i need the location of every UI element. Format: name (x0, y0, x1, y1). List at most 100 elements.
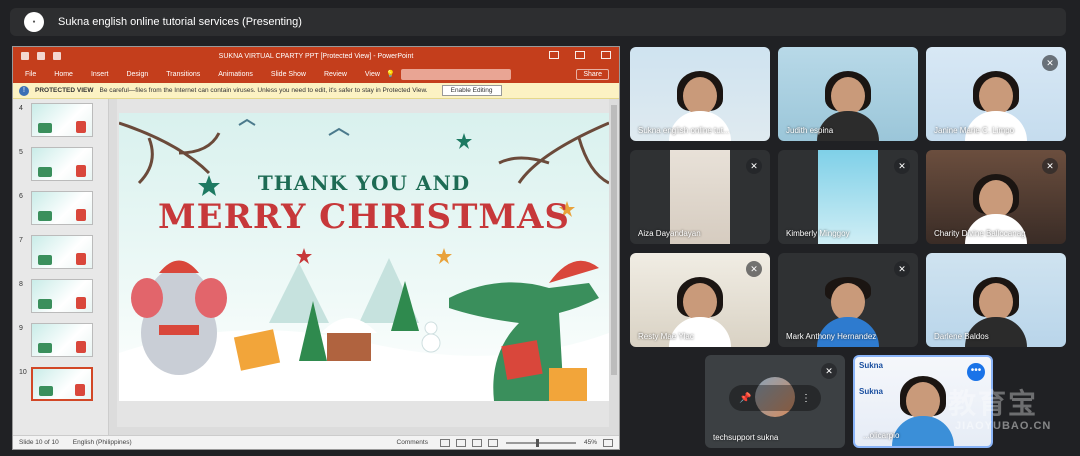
elephant-ear (195, 278, 227, 318)
thumbnail-number: 7 (19, 237, 23, 244)
participant-tile[interactable]: ✕ Charity Divine Ballocanag (926, 150, 1066, 244)
sukna-logo: ● (24, 12, 44, 32)
sukna-banner: Sukna (859, 361, 884, 370)
participant-tile[interactable]: ✕ Janine Marie C. Limpo (926, 47, 1066, 141)
participant-name: Charity Divine Ballocanag (934, 229, 1026, 238)
participant-tile[interactable]: Darlene Baldos (926, 253, 1066, 347)
share-button[interactable]: Share (576, 68, 609, 80)
thumbnail-number: 8 (19, 281, 23, 288)
participant-tile[interactable]: ✕ Resty Mae Ylac (630, 253, 770, 347)
slide-scrollbar[interactable] (609, 99, 619, 435)
slide-thumbnail[interactable]: 8 (19, 279, 103, 317)
thumbnail-image (31, 367, 93, 401)
tab-slide-show[interactable]: Slide Show (271, 71, 306, 78)
document-title: SUKNA VIRTUAL CPARTY PPT [Protected View… (218, 52, 414, 60)
pin-icon[interactable]: 📌 (739, 393, 751, 404)
participant-name: ...olicarpio (863, 431, 900, 440)
minimize-icon[interactable] (549, 51, 559, 59)
thumbnail-image (31, 279, 93, 313)
protected-view-message: Be careful—files from the Internet can c… (99, 87, 428, 94)
zoom-slider[interactable] (505, 438, 576, 447)
participant-name: Judith espina (786, 126, 834, 135)
scrollbar-thumb[interactable] (611, 105, 617, 375)
mic-muted-icon: ✕ (894, 158, 910, 174)
ppt-workspace: 4 5 6 7 8 9 10 THANK YOU AND MERRY CHRIS… (13, 99, 619, 435)
star-icon (436, 248, 452, 264)
snowman (421, 333, 441, 353)
tab-view[interactable]: View (365, 71, 380, 78)
santa-hat (159, 260, 199, 273)
tab-transitions[interactable]: Transitions (166, 71, 200, 78)
more-options-icon[interactable]: ••• (967, 363, 985, 381)
more-options-icon[interactable]: ⋮ (801, 393, 811, 404)
thumbnail-image (31, 103, 93, 137)
thumbnail-number: 5 (19, 149, 23, 156)
watermark-url: JIAOYUBAO.CN (955, 420, 1052, 432)
tab-animations[interactable]: Animations (218, 71, 253, 78)
thumbnail-image (31, 191, 93, 225)
scarf (159, 325, 199, 335)
slide-thumbnail[interactable]: 4 (19, 103, 103, 141)
enable-editing-button[interactable]: Enable Editing (441, 85, 502, 96)
meeting-header: ● Sukna english online tutorial services… (10, 8, 1066, 36)
mic-muted-icon: ✕ (746, 261, 762, 277)
tab-design[interactable]: Design (126, 71, 148, 78)
slide-title-line2: MERRY CHRISTMAS (158, 197, 570, 237)
star-icon (456, 133, 472, 149)
slide-thumbnails-pane: 4 5 6 7 8 9 10 (13, 99, 109, 435)
slide-sorter-icon[interactable] (455, 438, 466, 447)
tab-insert[interactable]: Insert (91, 71, 109, 78)
gift-box-red (501, 340, 543, 380)
bird-icon (328, 127, 350, 136)
slideshow-view-icon[interactable] (487, 438, 498, 447)
bird-icon (238, 118, 256, 126)
normal-view-icon[interactable] (439, 438, 450, 447)
shield-icon: ! (19, 85, 29, 96)
mic-muted-icon: ✕ (894, 261, 910, 277)
slide-thumbnail[interactable]: 5 (19, 147, 103, 185)
snowman-head (424, 321, 438, 335)
close-icon[interactable] (601, 51, 611, 59)
slide-title-line1: THANK YOU AND (257, 171, 471, 195)
participant-tile[interactable]: ✕ Aiza Dayandayan (630, 150, 770, 244)
thumbnail-image (31, 235, 93, 269)
slide-thumbnail[interactable]: 9 (19, 323, 103, 361)
participant-tile[interactable]: ✕ Mark Anthony Hernandez (778, 253, 918, 347)
slide-illustration (119, 118, 609, 401)
participant-tile[interactable]: ✕ Kimberly Minggoy (778, 150, 918, 244)
participant-tile[interactable]: Judith espina (778, 47, 918, 141)
slide-thumbnail[interactable]: 7 (19, 235, 103, 273)
slide-thumbnail[interactable]: 6 (19, 191, 103, 229)
watermark-logo: 教育宝 (948, 387, 1039, 420)
reading-view-icon[interactable] (471, 438, 482, 447)
tab-home[interactable]: Home (54, 71, 73, 78)
comments-button[interactable]: Comments (397, 439, 428, 446)
participant-name: Darlene Baldos (934, 332, 989, 341)
participant-name: Janine Marie C. Limpo (934, 126, 1015, 135)
maximize-icon[interactable] (575, 51, 585, 59)
fit-to-window-icon[interactable] (603, 438, 613, 447)
slide-thumbnail-selected[interactable]: 10 (19, 367, 103, 405)
sukna-banner: Sukna (859, 387, 884, 396)
ppt-statusbar: Slide 10 of 10 English (Philippines) Com… (13, 435, 619, 449)
star-icon (296, 248, 312, 264)
tell-me-search-input[interactable] (400, 68, 511, 80)
lightbulb-icon: 💡 (385, 71, 395, 78)
mic-muted-icon: ✕ (1042, 55, 1058, 71)
protected-view-label: PROTECTED VIEW (35, 87, 94, 94)
horizontal-scrollbar[interactable] (117, 427, 609, 435)
language-indicator[interactable]: English (Philippines) (73, 439, 132, 446)
thumbnail-scrollbar[interactable] (109, 99, 117, 435)
participant-name: Aiza Dayandayan (638, 229, 701, 238)
ribbon-tabs: File Home Insert Design Transitions Anim… (13, 65, 619, 83)
zoom-level[interactable]: 45% (584, 439, 597, 446)
participant-tile[interactable]: ✕ 📌 ⋮ techsupport sukna (705, 355, 845, 448)
santa-hat (549, 260, 599, 283)
tab-review[interactable]: Review (324, 71, 347, 78)
tab-file[interactable]: File (25, 71, 36, 78)
participant-tile[interactable]: Sukna english online tut... (630, 47, 770, 141)
participant-name: Mark Anthony Hernandez (786, 332, 877, 341)
mic-muted-icon: ✕ (821, 363, 837, 379)
ppt-titlebar: SUKNA VIRTUAL CPARTY PPT [Protected View… (13, 47, 619, 65)
thumbnail-number: 9 (19, 325, 23, 332)
